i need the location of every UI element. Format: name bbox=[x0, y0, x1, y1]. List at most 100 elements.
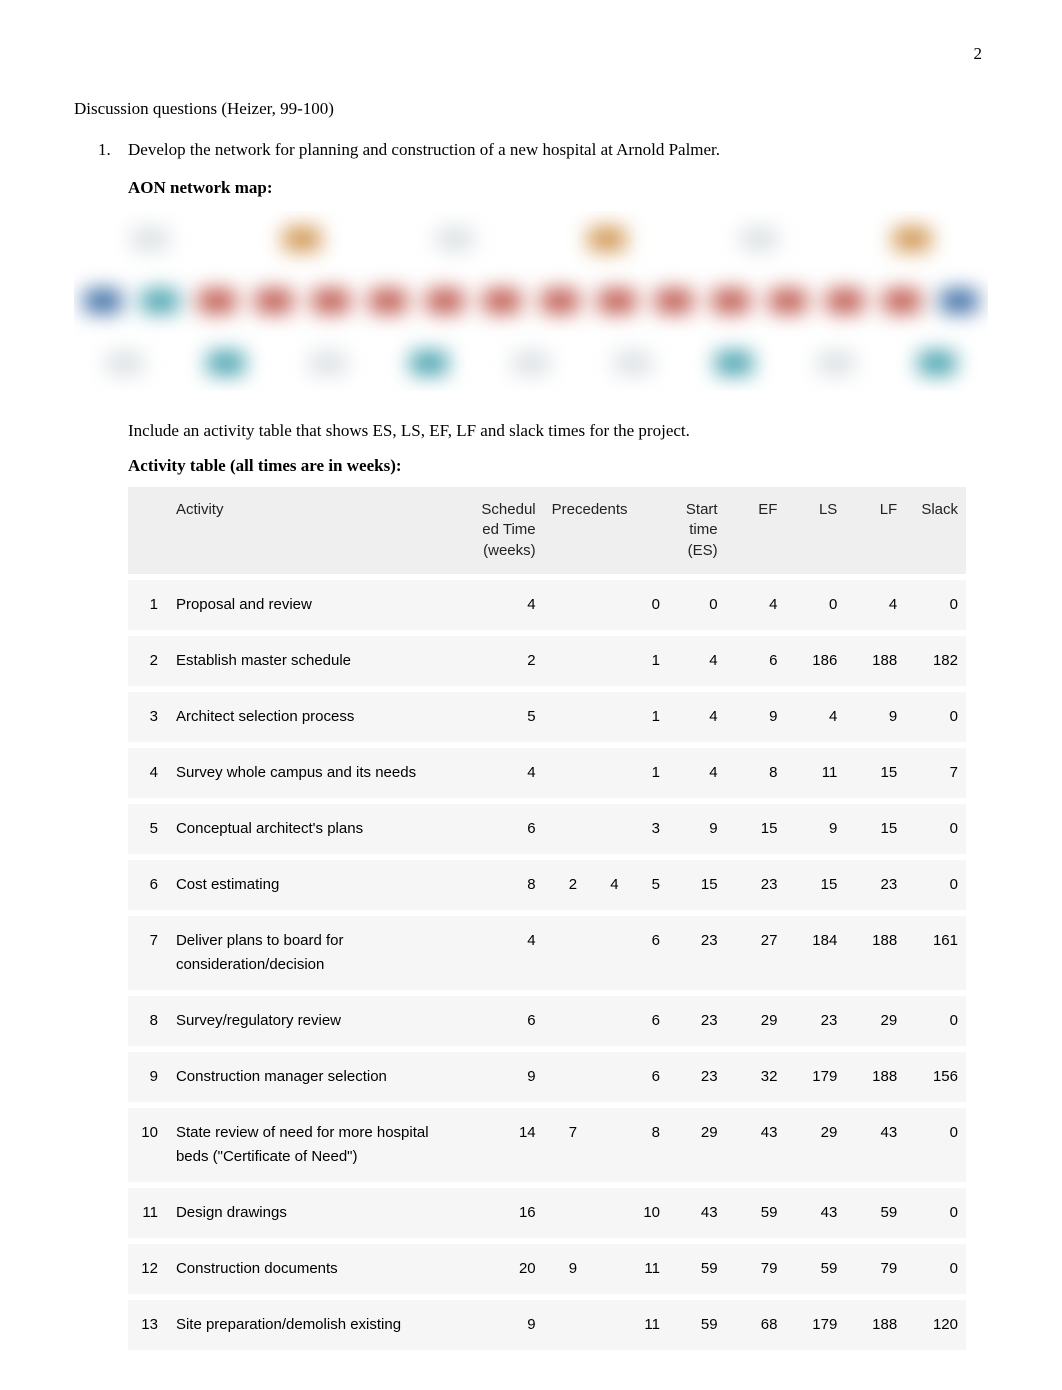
cell-prec-2: 11 bbox=[627, 1294, 668, 1350]
cell-activity: Site preparation/demolish existing bbox=[168, 1294, 463, 1350]
table-row: 12Construction documents20911597959790 bbox=[128, 1238, 966, 1294]
question-text: Develop the network for planning and con… bbox=[128, 140, 720, 159]
cell-lf: 188 bbox=[845, 1046, 905, 1102]
cell-ls: 29 bbox=[785, 1102, 845, 1182]
cell-sched: 4 bbox=[463, 574, 544, 630]
cell-es: 4 bbox=[668, 686, 726, 742]
cell-activity: Construction manager selection bbox=[168, 1046, 463, 1102]
cell-prec-0: 9 bbox=[544, 1238, 585, 1294]
cell-es: 43 bbox=[668, 1182, 726, 1238]
col-prec: Precedents bbox=[544, 487, 668, 574]
cell-ef: 32 bbox=[726, 1046, 786, 1102]
cell-prec-2: 10 bbox=[627, 1182, 668, 1238]
cell-activity: Construction documents bbox=[168, 1238, 463, 1294]
cell-id: 3 bbox=[128, 686, 168, 742]
cell-slack: 0 bbox=[905, 574, 966, 630]
cell-slack: 0 bbox=[905, 854, 966, 910]
cell-ef: 6 bbox=[726, 630, 786, 686]
cell-activity: Cost estimating bbox=[168, 854, 463, 910]
cell-activity: Conceptual architect's plans bbox=[168, 798, 463, 854]
activity-table: Activity Scheduled Time(weeks) Precedent… bbox=[128, 487, 966, 1350]
cell-prec-2: 6 bbox=[627, 1046, 668, 1102]
cell-es: 29 bbox=[668, 1102, 726, 1182]
table-row: 11Design drawings1610435943590 bbox=[128, 1182, 966, 1238]
cell-prec-2: 3 bbox=[627, 798, 668, 854]
cell-lf: 29 bbox=[845, 990, 905, 1046]
cell-prec-0 bbox=[544, 630, 585, 686]
cell-id: 5 bbox=[128, 798, 168, 854]
cell-ls: 11 bbox=[785, 742, 845, 798]
cell-ef: 29 bbox=[726, 990, 786, 1046]
cell-slack: 0 bbox=[905, 1102, 966, 1182]
cell-sched: 4 bbox=[463, 742, 544, 798]
cell-prec-1 bbox=[585, 630, 626, 686]
aon-label: AON network map: bbox=[128, 174, 988, 201]
cell-prec-0 bbox=[544, 910, 585, 990]
cell-ls: 15 bbox=[785, 854, 845, 910]
discussion-heading: Discussion questions (Heizer, 99-100) bbox=[74, 95, 988, 122]
cell-ls: 0 bbox=[785, 574, 845, 630]
cell-lf: 188 bbox=[845, 1294, 905, 1350]
cell-slack: 161 bbox=[905, 910, 966, 990]
cell-ls: 186 bbox=[785, 630, 845, 686]
cell-id: 7 bbox=[128, 910, 168, 990]
cell-prec-0 bbox=[544, 1182, 585, 1238]
cell-sched: 8 bbox=[463, 854, 544, 910]
cell-sched: 4 bbox=[463, 910, 544, 990]
cell-prec-1 bbox=[585, 574, 626, 630]
cell-lf: 15 bbox=[845, 742, 905, 798]
cell-id: 10 bbox=[128, 1102, 168, 1182]
col-ef: EF bbox=[726, 487, 786, 574]
cell-ef: 15 bbox=[726, 798, 786, 854]
aon-network-graphic bbox=[74, 211, 988, 391]
cell-prec-1 bbox=[585, 1046, 626, 1102]
cell-sched: 14 bbox=[463, 1102, 544, 1182]
cell-prec-0 bbox=[544, 798, 585, 854]
cell-prec-1: 4 bbox=[585, 854, 626, 910]
cell-sched: 6 bbox=[463, 990, 544, 1046]
cell-es: 23 bbox=[668, 990, 726, 1046]
cell-ls: 43 bbox=[785, 1182, 845, 1238]
cell-ls: 9 bbox=[785, 798, 845, 854]
cell-prec-0: 2 bbox=[544, 854, 585, 910]
cell-prec-1 bbox=[585, 686, 626, 742]
cell-prec-1 bbox=[585, 798, 626, 854]
cell-prec-1 bbox=[585, 990, 626, 1046]
cell-es: 4 bbox=[668, 630, 726, 686]
cell-ls: 179 bbox=[785, 1294, 845, 1350]
col-lf: LF bbox=[845, 487, 905, 574]
col-start: Starttime(ES) bbox=[668, 487, 726, 574]
cell-ls: 23 bbox=[785, 990, 845, 1046]
cell-prec-0 bbox=[544, 574, 585, 630]
cell-prec-1 bbox=[585, 910, 626, 990]
cell-ls: 184 bbox=[785, 910, 845, 990]
page-number: 2 bbox=[74, 40, 988, 67]
cell-ls: 59 bbox=[785, 1238, 845, 1294]
cell-prec-2: 1 bbox=[627, 686, 668, 742]
cell-slack: 0 bbox=[905, 798, 966, 854]
cell-sched: 9 bbox=[463, 1294, 544, 1350]
cell-slack: 156 bbox=[905, 1046, 966, 1102]
cell-slack: 7 bbox=[905, 742, 966, 798]
cell-activity: Proposal and review bbox=[168, 574, 463, 630]
cell-lf: 9 bbox=[845, 686, 905, 742]
col-ls: LS bbox=[785, 487, 845, 574]
cell-slack: 0 bbox=[905, 990, 966, 1046]
cell-id: 11 bbox=[128, 1182, 168, 1238]
cell-activity: Design drawings bbox=[168, 1182, 463, 1238]
col-sched: Scheduled Time(weeks) bbox=[463, 487, 544, 574]
cell-lf: 43 bbox=[845, 1102, 905, 1182]
cell-id: 12 bbox=[128, 1238, 168, 1294]
cell-es: 59 bbox=[668, 1238, 726, 1294]
cell-prec-0: 7 bbox=[544, 1102, 585, 1182]
cell-prec-0 bbox=[544, 1046, 585, 1102]
cell-prec-2: 5 bbox=[627, 854, 668, 910]
cell-prec-2: 8 bbox=[627, 1102, 668, 1182]
table-row: 4Survey whole campus and its needs414811… bbox=[128, 742, 966, 798]
table-row: 9Construction manager selection962332179… bbox=[128, 1046, 966, 1102]
cell-lf: 4 bbox=[845, 574, 905, 630]
cell-prec-2: 11 bbox=[627, 1238, 668, 1294]
cell-slack: 120 bbox=[905, 1294, 966, 1350]
cell-ef: 23 bbox=[726, 854, 786, 910]
cell-id: 13 bbox=[128, 1294, 168, 1350]
